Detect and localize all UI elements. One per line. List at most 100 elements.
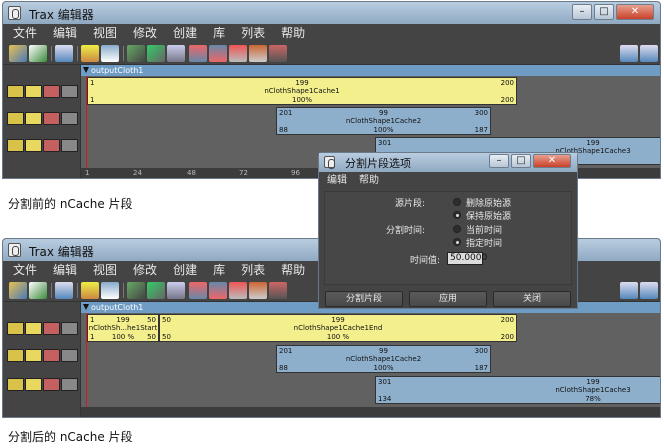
character-set-header[interactable]: outputCloth1 <box>81 65 660 76</box>
menu-create[interactable]: 创建 <box>173 261 197 280</box>
menu-view[interactable]: 视图 <box>93 24 117 43</box>
menu-view[interactable]: 视图 <box>93 261 117 280</box>
clip-cache1-start[interactable]: 1 199 50 nClothSh...he1Start 1 100 % 50 <box>87 314 159 342</box>
lock-icon[interactable] <box>7 378 24 391</box>
load-icon[interactable] <box>9 45 27 62</box>
mute-icon[interactable] <box>43 322 60 335</box>
lock-icon[interactable] <box>7 85 24 98</box>
radio-specified-time[interactable] <box>453 238 461 246</box>
load-icon[interactable] <box>9 282 27 299</box>
run-icon[interactable] <box>147 45 165 62</box>
blend-icon[interactable] <box>249 282 267 299</box>
clip-cache1-end[interactable]: 50 199 200 nClothShape1Cache1End 50 100 … <box>159 314 517 342</box>
key-icon[interactable] <box>81 282 99 299</box>
menu-library[interactable]: 库 <box>213 261 225 280</box>
graph-icon[interactable] <box>269 45 287 62</box>
run-icon[interactable] <box>147 282 165 299</box>
cache-icon[interactable] <box>101 45 119 62</box>
menu-help[interactable]: 帮助 <box>359 172 379 189</box>
mute-icon[interactable] <box>43 378 60 391</box>
lock-icon[interactable] <box>7 139 24 152</box>
option-delete-source[interactable]: 删除原始源 <box>466 196 511 209</box>
track-icon[interactable] <box>61 349 78 362</box>
solo-icon[interactable] <box>25 85 42 98</box>
radio-current-time[interactable] <box>453 225 461 233</box>
clip-icon[interactable] <box>167 45 185 62</box>
cache-icon[interactable] <box>101 282 119 299</box>
list-icon[interactable] <box>55 282 73 299</box>
track-icon[interactable] <box>61 85 78 98</box>
clip-icon[interactable] <box>167 282 185 299</box>
apply-button[interactable]: 应用 <box>409 291 487 307</box>
lock-icon[interactable] <box>7 112 24 125</box>
blend-icon[interactable] <box>249 45 267 62</box>
solo-icon[interactable] <box>25 139 42 152</box>
close-button[interactable]: ✕ <box>616 4 654 20</box>
time-ruler[interactable] <box>81 407 660 417</box>
clip-cache1[interactable]: 1 199 200 nClothShape1Cache1 1 100% 200 <box>87 77 517 105</box>
menu-edit[interactable]: 编辑 <box>53 24 77 43</box>
clip-cache2[interactable]: 201 99 300 nClothShape1Cache2 88 100% 18… <box>276 107 491 135</box>
solo-icon[interactable] <box>25 349 42 362</box>
graph-icon[interactable] <box>269 282 287 299</box>
panel-icon[interactable] <box>620 45 638 62</box>
lock-icon[interactable] <box>7 349 24 362</box>
radio-keep-source[interactable] <box>453 211 461 219</box>
option-specified-time[interactable]: 指定时间 <box>466 236 502 249</box>
time-value-input[interactable]: 50.0000 <box>447 252 487 265</box>
mute-icon[interactable] <box>43 112 60 125</box>
maximize-button[interactable]: □ <box>594 4 614 20</box>
menu-list[interactable]: 列表 <box>241 261 265 280</box>
track-icon[interactable] <box>61 322 78 335</box>
option-current-time[interactable]: 当前时间 <box>466 223 502 236</box>
current-time-indicator[interactable] <box>86 76 87 178</box>
minimize-button[interactable]: – <box>572 4 592 20</box>
menu-modify[interactable]: 修改 <box>133 261 157 280</box>
mute-icon[interactable] <box>43 139 60 152</box>
menu-file[interactable]: 文件 <box>13 24 37 43</box>
solo-icon[interactable] <box>25 378 42 391</box>
split-icon[interactable] <box>189 282 207 299</box>
clip-cache2[interactable]: 201 99 300 nClothShape1Cache2 88 100% 18… <box>276 345 491 373</box>
menu-library[interactable]: 库 <box>213 24 225 43</box>
clip-cache3[interactable]: 301 199 nClothShape1Cache3 134 78% <box>375 376 660 404</box>
option-keep-source[interactable]: 保持原始源 <box>466 209 511 222</box>
list-icon[interactable] <box>55 45 73 62</box>
lock-icon[interactable] <box>7 322 24 335</box>
menu-list[interactable]: 列表 <box>241 24 265 43</box>
close-dialog-button[interactable]: 关闭 <box>493 291 571 307</box>
merge-icon[interactable] <box>209 282 227 299</box>
track-icon[interactable] <box>61 139 78 152</box>
menu-edit[interactable]: 编辑 <box>327 172 347 189</box>
solo-icon[interactable] <box>25 112 42 125</box>
minimize-button[interactable]: – <box>489 154 509 168</box>
key-icon[interactable] <box>81 45 99 62</box>
collapse-triangle-icon[interactable] <box>83 304 89 310</box>
solo-icon[interactable] <box>25 322 42 335</box>
mute-icon[interactable] <box>43 349 60 362</box>
curve-icon[interactable] <box>127 282 145 299</box>
radio-delete-source[interactable] <box>453 198 461 206</box>
menu-help[interactable]: 帮助 <box>281 24 305 43</box>
bar-icon[interactable] <box>229 282 247 299</box>
current-time-indicator[interactable] <box>86 313 87 417</box>
menu-help[interactable]: 帮助 <box>281 261 305 280</box>
merge-icon[interactable] <box>209 45 227 62</box>
close-button[interactable]: ✕ <box>533 154 571 168</box>
menu-file[interactable]: 文件 <box>13 261 37 280</box>
track-icon[interactable] <box>61 112 78 125</box>
menu-edit[interactable]: 编辑 <box>53 261 77 280</box>
menu-create[interactable]: 创建 <box>173 24 197 43</box>
layout-icon[interactable] <box>640 282 658 299</box>
panel-icon[interactable] <box>620 282 638 299</box>
collapse-triangle-icon[interactable] <box>83 67 89 73</box>
layout-icon[interactable] <box>640 45 658 62</box>
selected-icon[interactable] <box>29 282 47 299</box>
split-clip-button[interactable]: 分割片段 <box>325 291 403 307</box>
track-icon[interactable] <box>61 378 78 391</box>
maximize-button[interactable]: □ <box>511 154 531 168</box>
curve-icon[interactable] <box>127 45 145 62</box>
bar-icon[interactable] <box>229 45 247 62</box>
mute-icon[interactable] <box>43 85 60 98</box>
menu-modify[interactable]: 修改 <box>133 24 157 43</box>
